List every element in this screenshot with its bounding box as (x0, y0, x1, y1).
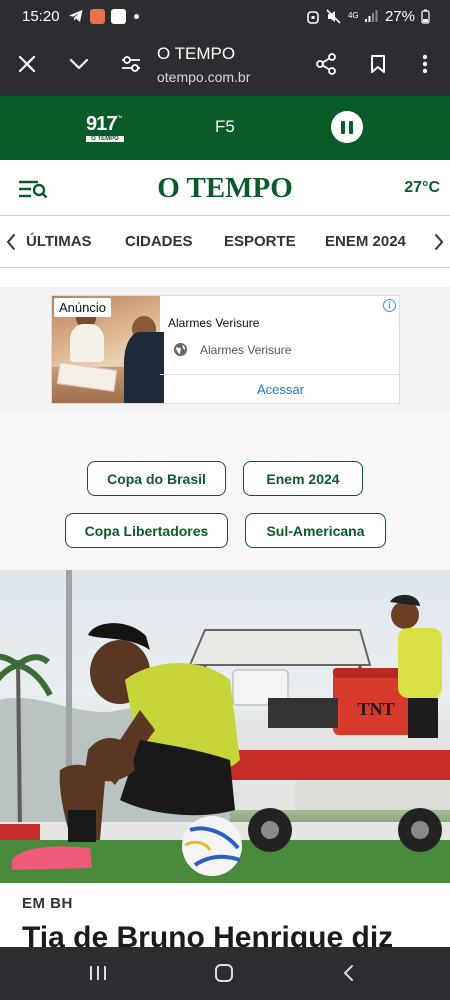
share-icon (316, 53, 336, 75)
section-nav: ÚLTIMAS CIDADES ESPORTE ENEM 2024 (0, 216, 450, 268)
ad-zone: Anúncio i Alarmes Verisure Alarmes Veris… (0, 287, 450, 413)
radio-player: 917FM O TEMPO F5 (0, 96, 450, 160)
home-icon (215, 964, 233, 982)
ad-divider (160, 374, 399, 375)
tag-enem-2024[interactable]: Enem 2024 (243, 461, 363, 496)
mute-icon (326, 8, 341, 24)
battery-text: 27% (384, 7, 415, 25)
status-time: 15:20 (22, 7, 60, 25)
dot-icon (133, 13, 139, 19)
browser-toolbar: O TEMPO otempo.com.br (0, 32, 450, 96)
status-bar: 15:20 4G 27% (0, 0, 450, 32)
recent-apps-button[interactable] (88, 963, 112, 983)
ad-headline[interactable]: Alarmes Verisure (168, 316, 259, 330)
ad-advertiser: Alarmes Verisure (200, 343, 292, 357)
system-nav-bar (0, 947, 450, 1000)
network-type: 4G (347, 11, 359, 20)
page-url[interactable]: otempo.com.br (157, 69, 250, 85)
topic-tags: Copa do Brasil Enem 2024 Copa Libertador… (0, 413, 450, 570)
radio-logo-fm: FM (116, 114, 123, 119)
info-icon[interactable]: i (383, 299, 396, 312)
recent-apps-icon (90, 966, 106, 980)
ad-card[interactable]: Anúncio i Alarmes Verisure Alarmes Veris… (51, 295, 400, 404)
chevron-right-icon (435, 234, 444, 250)
radio-logo: 917FM O TEMPO (86, 113, 124, 142)
telegram-icon (68, 10, 83, 22)
site-settings-icon (122, 56, 140, 72)
article-teaser[interactable]: EM BH Tia de Bruno Henrique diz (0, 883, 450, 954)
chevron-down-icon (69, 58, 89, 70)
globe-icon (173, 342, 188, 357)
app-icon (110, 8, 126, 24)
bookmark-icon (371, 55, 385, 73)
article-photo-illustration: TNT (0, 570, 450, 883)
pause-icon (349, 120, 353, 134)
close-tab-button[interactable] (11, 48, 43, 80)
nav-scroll-left[interactable] (4, 231, 20, 253)
site-settings-button[interactable] (115, 48, 147, 80)
share-button[interactable] (310, 48, 342, 80)
back-icon (344, 965, 353, 981)
battery-icon (421, 9, 430, 24)
article-photo[interactable]: TNT (0, 570, 450, 883)
radio-station: F5 (215, 117, 235, 136)
temperature: 27°C (404, 179, 440, 196)
nav-item-ultimas[interactable]: ÚLTIMAS (26, 233, 92, 250)
back-button[interactable] (340, 963, 364, 983)
tag-copa-libertadores[interactable]: Copa Libertadores (65, 513, 228, 548)
close-icon (18, 55, 36, 73)
pause-button[interactable] (331, 111, 363, 143)
nav-item-enem-2024[interactable]: ENEM 2024 (325, 233, 406, 250)
pause-icon (341, 120, 345, 134)
minimize-button[interactable] (63, 48, 95, 80)
nav-scroll-right[interactable] (432, 231, 448, 253)
home-button[interactable] (213, 963, 237, 983)
tag-copa-do-brasil[interactable]: Copa do Brasil (87, 461, 226, 496)
ad-label: Anúncio (54, 298, 111, 317)
page-title: O TEMPO (157, 44, 236, 63)
site-brand-logo[interactable]: O TEMPO (0, 172, 450, 205)
bookmark-button[interactable] (362, 48, 394, 80)
nav-item-cidades[interactable]: CIDADES (125, 233, 193, 250)
ad-cta-button[interactable]: Acessar (160, 382, 399, 397)
radio-logo-sub: O TEMPO (86, 136, 124, 142)
site-header: O TEMPO 27°C (0, 160, 450, 216)
signal-icon (364, 10, 378, 22)
radio-logo-number: 917 (86, 113, 117, 135)
tag-sul-americana[interactable]: Sul-Americana (245, 513, 386, 548)
alarm-icon (307, 10, 319, 24)
photo-cooler-text: TNT (357, 699, 394, 719)
app-icon (89, 8, 105, 24)
more-options-button[interactable] (409, 48, 441, 80)
article-kicker: EM BH (22, 895, 73, 912)
chevron-left-icon (6, 234, 15, 250)
nav-item-esporte[interactable]: ESPORTE (224, 233, 296, 250)
more-icon (422, 54, 428, 74)
